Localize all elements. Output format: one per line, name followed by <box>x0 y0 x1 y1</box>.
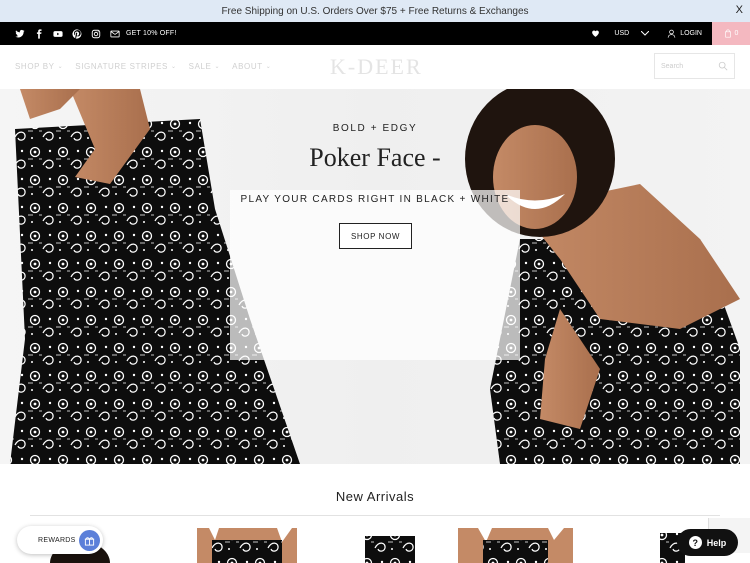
product-image <box>458 528 573 563</box>
currency-selector[interactable]: USD <box>614 30 650 37</box>
search-box[interactable]: Search <box>654 53 735 79</box>
nav-item-shop-by[interactable]: SHOP BY ⌄ <box>15 62 63 71</box>
cart-count: 0 <box>734 30 739 37</box>
product-card[interactable] <box>458 528 573 563</box>
product-image <box>197 528 297 563</box>
nav-item-signature-stripes[interactable]: SIGNATURE STRIPES ⌄ <box>75 62 176 71</box>
product-card[interactable] <box>360 528 420 563</box>
site-header: SHOP BY ⌄ SIGNATURE STRIPES ⌄ SALE ⌄ ABO… <box>0 45 750 89</box>
search-input[interactable]: Search <box>661 63 718 70</box>
nav-item-sale[interactable]: SALE ⌄ <box>189 62 221 71</box>
shopping-bag-icon <box>724 29 731 38</box>
nav-item-label: SIGNATURE STRIPES <box>75 62 168 71</box>
gift-icon <box>79 530 100 551</box>
product-card[interactable] <box>197 528 297 563</box>
chevron-down-icon: ⌄ <box>57 64 64 70</box>
nav-item-label: SHOP BY <box>15 62 55 71</box>
rewards-label: REWARDS <box>38 536 76 544</box>
nav-item-label: ABOUT <box>232 62 263 71</box>
instagram-icon[interactable] <box>91 29 101 39</box>
mail-icon[interactable] <box>110 29 120 39</box>
hero-headline: Poker Face - <box>309 143 441 172</box>
cart-button[interactable]: 0 <box>712 22 750 45</box>
help-button[interactable]: ? Help <box>677 529 738 556</box>
promo-link[interactable]: GET 10% OFF! <box>126 30 177 37</box>
close-icon[interactable]: X <box>736 4 743 16</box>
pinterest-icon[interactable] <box>72 28 82 39</box>
chevron-down-icon: ⌄ <box>265 64 272 70</box>
question-icon: ? <box>688 536 702 549</box>
new-arrivals-title: New Arrivals <box>335 489 415 504</box>
facebook-icon[interactable] <box>34 28 44 39</box>
login-link[interactable]: LOGIN <box>667 29 702 38</box>
product-image <box>365 536 415 563</box>
top-bar: GET 10% OFF! USD LOGIN 0 <box>0 22 750 45</box>
currency-label: USD <box>614 30 630 37</box>
topbar-right: USD LOGIN 0 <box>591 22 750 45</box>
wishlist-heart-icon[interactable] <box>591 29 600 38</box>
chevron-down-icon: ⌄ <box>171 64 177 70</box>
shop-now-button[interactable]: SHOP NOW <box>339 223 412 249</box>
nav-item-label: SALE <box>188 62 212 71</box>
nav-item-about[interactable]: ABOUT ⌄ <box>232 62 271 71</box>
help-label: Help <box>706 537 727 548</box>
social-links <box>15 28 120 39</box>
twitter-icon[interactable] <box>15 29 25 39</box>
search-icon[interactable] <box>718 61 728 71</box>
announcement-text: Free Shipping on U.S. Orders Over $75 + … <box>221 5 529 17</box>
hero-kicker: BOLD + EDGY <box>332 123 418 134</box>
login-label: LOGIN <box>680 30 702 37</box>
youtube-icon[interactable] <box>53 29 63 39</box>
rewards-widget[interactable]: REWARDS <box>17 526 103 554</box>
hero-text-panel <box>230 190 520 360</box>
announcement-bar: Free Shipping on U.S. Orders Over $75 + … <box>0 0 750 22</box>
user-icon <box>667 29 676 38</box>
site-logo[interactable]: K-DEER <box>330 54 423 80</box>
section-divider <box>30 515 720 516</box>
hero-subtitle: PLAY YOUR CARDS RIGHT IN BLACK + WHITE <box>240 194 510 205</box>
chevron-down-icon <box>641 31 650 36</box>
chevron-down-icon: ⌄ <box>214 64 221 70</box>
main-nav: SHOP BY ⌄ SIGNATURE STRIPES ⌄ SALE ⌄ ABO… <box>15 62 271 71</box>
